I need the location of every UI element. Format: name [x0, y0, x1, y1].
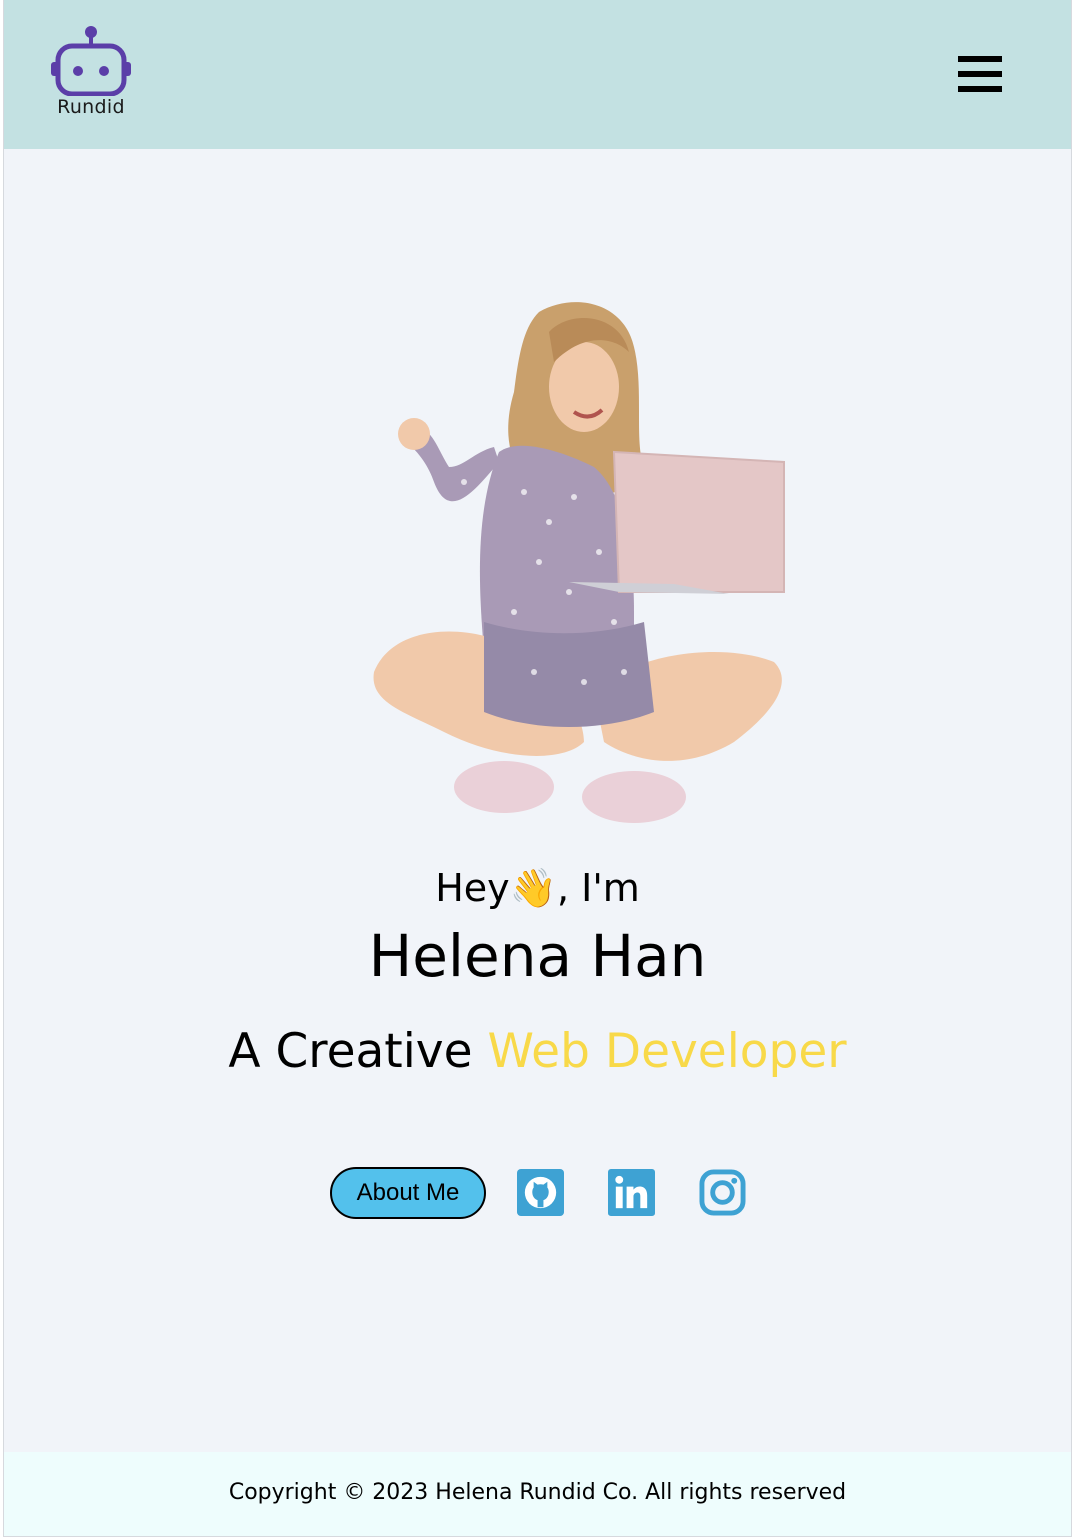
greeting-text: Hey👋, I'm [435, 866, 640, 910]
hero-portrait-image [373, 302, 785, 823]
role-title: A Creative Web Developer [228, 1024, 847, 1079]
instagram-icon[interactable] [699, 1169, 746, 1216]
site-header: Rundid [4, 0, 1071, 149]
linkedin-icon[interactable] [608, 1169, 655, 1216]
copyright-text: Copyright © 2023 Helena Rundid Co. All r… [228, 1480, 847, 1505]
person-name: Helena Han [368, 922, 707, 990]
about-me-button[interactable]: About Me [330, 1167, 486, 1219]
site-footer: Copyright © 2023 Helena Rundid Co. All r… [4, 1452, 1071, 1536]
role-highlight: Web Developer [487, 1024, 847, 1079]
logo-text: Rundid [57, 96, 125, 118]
site-logo[interactable]: Rundid [48, 24, 144, 124]
hamburger-menu-icon[interactable] [956, 52, 1004, 96]
robot-logo-icon [51, 26, 131, 96]
page-frame: Rundid Hey👋, I'm Helena Han A Creative W… [3, 0, 1072, 1537]
github-icon[interactable] [517, 1169, 564, 1216]
waving-hand-icon: 👋 [509, 866, 557, 910]
